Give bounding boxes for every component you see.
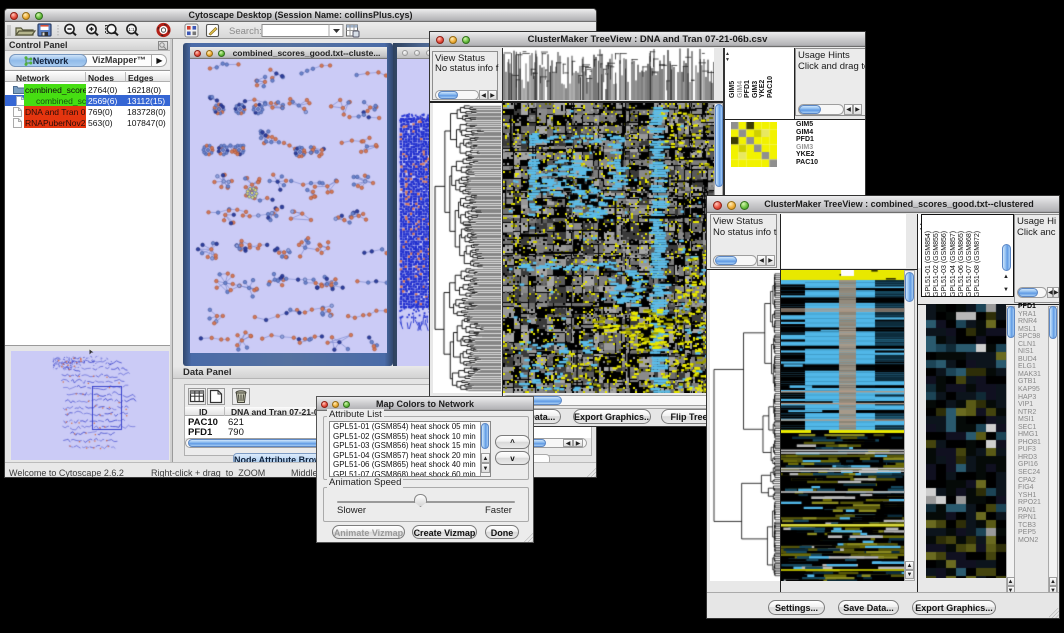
svg-text:Search:: Search: [229, 26, 262, 37]
svg-text:1:1: 1:1 [128, 27, 135, 32]
